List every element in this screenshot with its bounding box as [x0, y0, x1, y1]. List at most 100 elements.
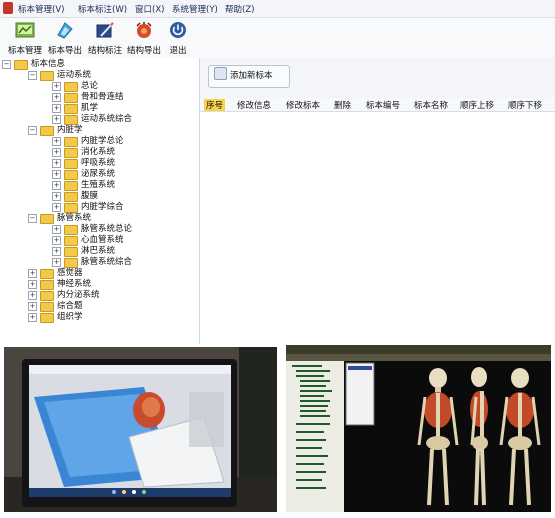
column-header[interactable]: 修改标本	[286, 99, 320, 111]
tree-group-splanchnology[interactable]: − 内脏学	[28, 125, 83, 136]
tree-item[interactable]: + 消化系统	[52, 147, 115, 158]
folder-icon	[64, 191, 78, 202]
expand-icon[interactable]: +	[52, 104, 61, 113]
expand-icon[interactable]: +	[52, 148, 61, 157]
skeleton-viewer-photo	[286, 345, 551, 512]
classroom-monitor-photo	[4, 347, 277, 512]
specimen-export-button[interactable]: 标本导出	[46, 20, 84, 56]
structure-annotate-icon	[96, 22, 114, 38]
folder-icon	[40, 279, 54, 290]
tree-item[interactable]: + 心血管系统	[52, 235, 124, 246]
expand-icon[interactable]: +	[52, 159, 61, 168]
power-icon	[170, 22, 186, 38]
menu-specimen-annotation[interactable]: 标本标注(W)	[78, 3, 127, 15]
menu-system-management[interactable]: 系统管理(Y)	[172, 3, 218, 15]
column-header[interactable]: 修改信息	[237, 99, 271, 111]
folder-icon	[64, 224, 78, 235]
folder-icon	[40, 301, 54, 312]
tree-item[interactable]: + 骨和骨连结	[52, 92, 124, 103]
folder-icon	[40, 312, 54, 323]
structure-export-icon	[136, 22, 152, 38]
specimen-tree: − 标本信息 − 运动系统 + 总论 + 骨和骨连结 + 肌学 + 运动系统综合 − 内脏学 …	[0, 58, 200, 344]
expand-icon[interactable]: +	[52, 192, 61, 201]
expand-icon[interactable]: +	[28, 269, 37, 278]
folder-icon	[64, 103, 78, 114]
tree-item[interactable]: + 淋巴系统	[52, 246, 115, 257]
folder-icon	[40, 290, 54, 301]
expand-icon[interactable]: +	[52, 258, 61, 267]
tree-item[interactable]: + 生殖系统	[52, 180, 115, 191]
tree-item[interactable]: + 总论	[52, 81, 98, 92]
folder-icon	[64, 147, 78, 158]
folder-icon	[64, 246, 78, 257]
collapse-icon[interactable]: −	[28, 71, 37, 80]
folder-icon	[64, 81, 78, 92]
folder-icon	[64, 235, 78, 246]
tree-group-nervous-system[interactable]: + 神经系统	[28, 279, 91, 290]
collapse-icon[interactable]: −	[2, 60, 11, 69]
specimen-list-panel: 添加新标本 序号 修改信息 修改标本 删除 标本编号 标本名称 顺序上移 顺序下…	[200, 58, 555, 344]
collapse-icon[interactable]: −	[28, 214, 37, 223]
column-header[interactable]: 顺序上移	[460, 99, 494, 111]
tree-item[interactable]: + 运动系统综合	[52, 114, 132, 125]
expand-icon[interactable]: +	[28, 313, 37, 322]
tree-item[interactable]: + 脉管系统综合	[52, 257, 132, 268]
add-icon	[214, 67, 227, 80]
folder-icon	[40, 70, 54, 81]
folder-icon	[64, 180, 78, 191]
expand-icon[interactable]: +	[52, 82, 61, 91]
expand-icon[interactable]: +	[52, 93, 61, 102]
folder-icon	[40, 125, 54, 136]
expand-icon[interactable]: +	[52, 236, 61, 245]
tree-item[interactable]: + 腹膜	[52, 191, 98, 202]
tree-item[interactable]: + 泌尿系统	[52, 169, 115, 180]
expand-icon[interactable]: +	[52, 115, 61, 124]
column-header[interactable]: 顺序下移	[508, 99, 542, 111]
tree-group-endocrine-system[interactable]: + 内分泌系统	[28, 290, 100, 301]
menu-window[interactable]: 窗口(X)	[135, 3, 164, 15]
folder-icon	[64, 257, 78, 268]
expand-icon[interactable]: +	[28, 280, 37, 289]
menu-help[interactable]: 帮助(Z)	[225, 3, 254, 15]
tree-group-comprehensive[interactable]: + 综合题	[28, 301, 83, 312]
expand-icon[interactable]: +	[52, 203, 61, 212]
exit-button[interactable]: 退出	[159, 20, 197, 56]
expand-icon[interactable]: +	[52, 181, 61, 190]
folder-icon	[14, 59, 28, 70]
add-specimen-button[interactable]: 添加新标本	[208, 65, 290, 88]
table-header: 序号 修改信息 修改标本 删除 标本编号 标本名称 顺序上移 顺序下移	[200, 98, 555, 112]
tree-item[interactable]: + 脉管系统总论	[52, 224, 132, 235]
tree-group-histology[interactable]: + 组织学	[28, 312, 83, 323]
expand-icon[interactable]: +	[52, 225, 61, 234]
folder-icon	[64, 158, 78, 169]
column-header[interactable]: 序号	[204, 99, 226, 111]
menu-specimen-management[interactable]: 标本管理(V)	[18, 3, 64, 15]
folder-icon	[40, 268, 54, 279]
folder-icon	[64, 169, 78, 180]
tree-item[interactable]: + 呼吸系统	[52, 158, 115, 169]
expand-icon[interactable]: +	[52, 137, 61, 146]
tree-item[interactable]: + 肌学	[52, 103, 98, 114]
column-header[interactable]: 标本编号	[366, 99, 400, 111]
app-logo-icon	[3, 2, 13, 14]
specimen-manage-button[interactable]: 标本管理	[6, 20, 44, 56]
collapse-icon[interactable]: −	[28, 126, 37, 135]
toolbar: 标本管理 标本导出 结构标注 结构导出 退出	[0, 18, 555, 59]
specimen-management-app-screenshot: 标本管理(V) 标本标注(W) 窗口(X) 系统管理(Y) 帮助(Z) 标本管理…	[0, 0, 555, 344]
specimen-export-icon	[57, 22, 73, 39]
expand-icon[interactable]: +	[28, 291, 37, 300]
tree-root[interactable]: − 标本信息	[2, 59, 65, 70]
expand-icon[interactable]: +	[52, 170, 61, 179]
tree-item[interactable]: + 内脏学总论	[52, 136, 124, 147]
tree-item[interactable]: + 内脏学综合	[52, 202, 124, 213]
expand-icon[interactable]: +	[52, 247, 61, 256]
tree-group-motor-system[interactable]: − 运动系统	[28, 70, 91, 81]
expand-icon[interactable]: +	[28, 302, 37, 311]
column-header[interactable]: 标本名称	[414, 99, 448, 111]
tree-group-vascular-system[interactable]: − 脉管系统	[28, 213, 91, 224]
specimen-manage-icon	[15, 22, 35, 38]
folder-icon	[64, 202, 78, 213]
folder-icon	[64, 114, 78, 125]
column-header[interactable]: 删除	[334, 99, 351, 111]
tree-group-sense-organs[interactable]: + 感觉器	[28, 268, 83, 279]
